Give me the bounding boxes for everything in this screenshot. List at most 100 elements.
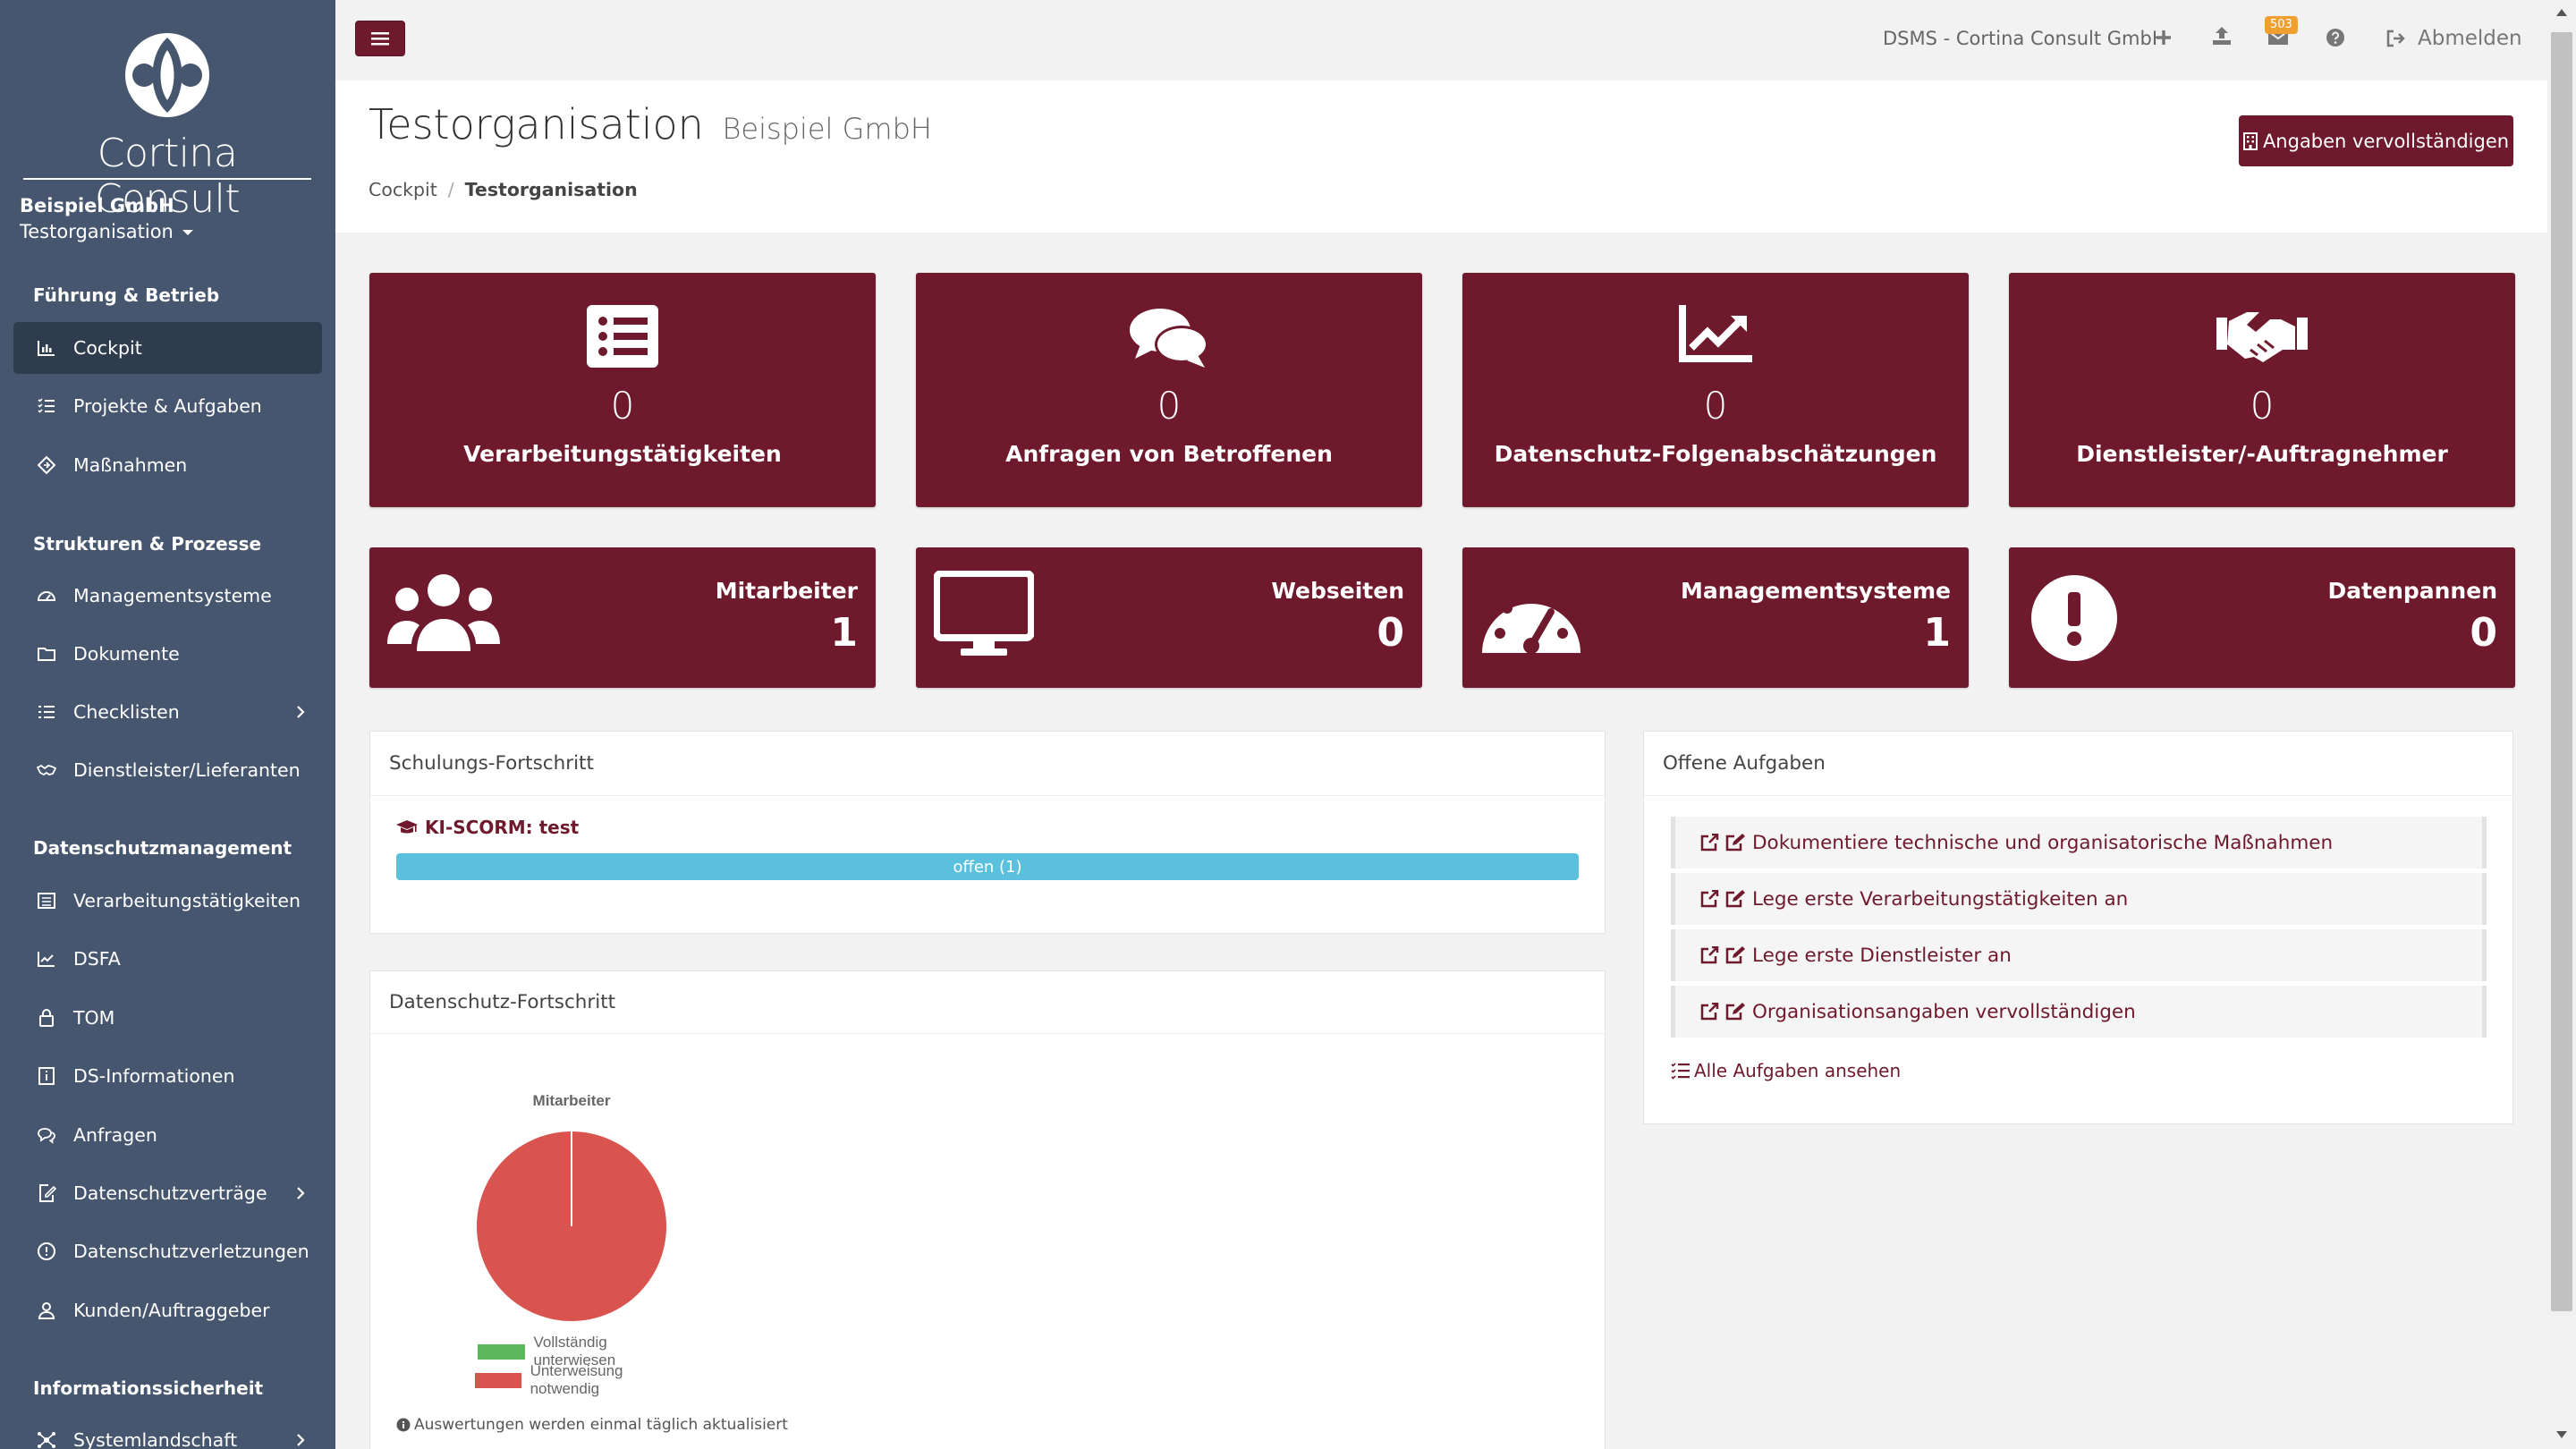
user-tie-icon <box>34 1298 59 1323</box>
tile-webseiten[interactable]: Webseiten 0 <box>916 547 1422 688</box>
sidebar-item-datenschutzvertraege[interactable]: Datenschutzverträge <box>13 1167 322 1219</box>
tile-verarbeitungstaetigkeiten[interactable]: 0 Verarbeitungstätigkeiten <box>369 273 876 507</box>
tile-dsfa[interactable]: 0 Datenschutz-Folgenabschätzungen <box>1462 273 1969 507</box>
tasks-panel-title: Offene Aufgaben <box>1644 732 2512 796</box>
help-icon[interactable] <box>2326 28 2345 47</box>
org-select[interactable]: Testorganisation <box>20 221 193 242</box>
tile-datenpannen[interactable]: Datenpannen 0 <box>2009 547 2515 688</box>
sidebar-item-cockpit[interactable]: Cockpit <box>13 322 322 374</box>
graduation-cap-icon <box>396 820 418 834</box>
sidebar-item-dokumente[interactable]: Dokumente <box>13 628 322 680</box>
sidebar-item-dienstleister[interactable]: Dienstleister/Lieferanten <box>13 744 322 796</box>
nav-section-datenschutz: Datenschutzmanagement <box>33 837 292 859</box>
sidebar-item-label: DS-Informationen <box>73 1065 235 1087</box>
sidebar-item-datenschutzverletzungen[interactable]: Datenschutzverletzungen <box>13 1225 322 1277</box>
tile-label: Anfragen von Betroffenen <box>1005 441 1333 467</box>
privacy-panel-title: Datenschutz-Fortschritt <box>370 971 1605 1034</box>
training-course-name: KI-SCORM: test <box>425 817 580 838</box>
logo[interactable]: Cortina Consult <box>20 30 315 222</box>
sign-out-icon <box>2386 30 2405 47</box>
sidebar-item-label: Datenschutzverträge <box>73 1182 267 1204</box>
building-icon <box>2242 131 2258 150</box>
sidebar-item-label: Dokumente <box>73 643 180 665</box>
training-course[interactable]: KI-SCORM: test <box>396 817 579 838</box>
sidebar-item-ds-informationen[interactable]: DS-Informationen <box>13 1050 322 1102</box>
tile-label: Dienstleister/-Auftragnehmer <box>2076 441 2448 467</box>
chart-note-text: Auswertungen werden einmal täglich aktua… <box>414 1416 788 1434</box>
edit-icon <box>1725 834 1745 852</box>
logo-underline <box>23 178 311 180</box>
topbar: DSMS - Cortina Consult GmbH 503 Abmelden <box>335 0 2547 80</box>
chevron-right-icon <box>297 706 305 718</box>
external-link-icon <box>1700 946 1719 964</box>
task-item[interactable]: Organisationsangaben vervollständigen <box>1671 986 2487 1038</box>
list-icon <box>34 699 59 724</box>
legend-swatch <box>475 1372 521 1388</box>
info-circle-icon <box>396 1418 411 1432</box>
sidebar-item-label: Datenschutzverletzungen <box>73 1241 309 1262</box>
training-panel-title: Schulungs-Fortschritt <box>370 732 1605 796</box>
all-tasks-link[interactable]: Alle Aufgaben ansehen <box>1671 1060 1901 1081</box>
logout-button[interactable]: Abmelden <box>2385 27 2522 50</box>
tile-anfragen[interactable]: 0 Anfragen von Betroffenen <box>916 273 1422 507</box>
chart-bar-icon <box>34 335 59 360</box>
list-alt-icon <box>587 305 658 368</box>
page-header: Testorganisation Beispiel GmbH Angaben v… <box>335 80 2547 233</box>
tachometer-icon <box>1482 592 1580 654</box>
scroll-up-arrow-icon[interactable] <box>2556 9 2567 16</box>
tile-value: 0 <box>1157 384 1182 428</box>
table-list-icon <box>34 888 59 913</box>
breadcrumb-current: Testorganisation <box>464 179 638 200</box>
sidebar-item-dsfa[interactable]: DSFA <box>13 933 322 985</box>
sidebar-item-systemlandschaft[interactable]: Systemlandschaft <box>13 1414 322 1449</box>
logo-mark-icon <box>125 33 209 117</box>
breadcrumb-cockpit[interactable]: Cockpit <box>369 179 437 200</box>
scroll-down-arrow-icon[interactable] <box>2556 1431 2567 1438</box>
tasks-icon <box>1671 1063 1690 1080</box>
external-link-icon <box>1700 1003 1719 1021</box>
tile-value: 0 <box>1703 384 1728 428</box>
lock-icon <box>34 1005 59 1030</box>
breadcrumb-separator: / <box>447 179 454 200</box>
plus-icon[interactable] <box>2155 29 2173 47</box>
chevron-right-icon <box>297 1434 305 1446</box>
sidebar-item-managementsysteme[interactable]: Managementsysteme <box>13 570 322 622</box>
edit-icon <box>1725 946 1745 964</box>
menu-toggle-button[interactable] <box>355 21 405 56</box>
info-box-icon <box>34 1063 59 1089</box>
sidebar-item-label: Checklisten <box>73 701 180 723</box>
sidebar-item-checklisten[interactable]: Checklisten <box>13 686 322 738</box>
complete-details-button[interactable]: Angaben vervollständigen <box>2239 115 2513 166</box>
scrollbar-thumb[interactable] <box>2551 32 2572 1311</box>
comments-icon <box>1130 309 1208 368</box>
external-link-icon <box>1700 834 1719 852</box>
training-progress-label: offen (1) <box>953 857 1022 877</box>
task-item[interactable]: Lege erste Dienstleister an <box>1671 929 2487 981</box>
sidebar-item-kunden[interactable]: Kunden/Auftraggeber <box>13 1284 322 1336</box>
upload-icon[interactable] <box>2211 25 2233 47</box>
tile-label: Webseiten <box>1271 578 1404 604</box>
training-panel: Schulungs-Fortschritt KI-SCORM: test off… <box>369 731 1606 934</box>
page-scrollbar[interactable] <box>2547 0 2576 1449</box>
file-signature-icon <box>34 1181 59 1206</box>
org-name: Beispiel GmbH <box>20 195 174 216</box>
task-item[interactable]: Dokumentiere technische und organisatori… <box>1671 817 2487 869</box>
top-org-label[interactable]: DSMS - Cortina Consult GmbH <box>1883 28 2166 49</box>
tile-value: 1 <box>830 610 858 656</box>
tile-value: 0 <box>2250 384 2275 428</box>
nav-section-strukturen: Strukturen & Prozesse <box>33 533 262 555</box>
sidebar-item-verarbeitung[interactable]: Verarbeitungstätigkeiten <box>13 875 322 927</box>
handshake-icon <box>34 758 59 783</box>
tile-dienstleister[interactable]: 0 Dienstleister/-Auftragnehmer <box>2009 273 2515 507</box>
sidebar-item-label: Systemlandschaft <box>73 1429 238 1449</box>
task-item[interactable]: Lege erste Verarbeitungstätigkeiten an <box>1671 873 2487 925</box>
tile-mitarbeiter[interactable]: Mitarbeiter 1 <box>369 547 876 688</box>
sidebar-item-anfragen[interactable]: Anfragen <box>13 1109 322 1161</box>
tile-managementsysteme[interactable]: Managementsysteme 1 <box>1462 547 1969 688</box>
sidebar-item-massnahmen[interactable]: Maßnahmen <box>13 439 322 491</box>
sidebar-item-projekte[interactable]: Projekte & Aufgaben <box>13 380 322 432</box>
sidebar-item-tom[interactable]: TOM <box>13 992 322 1044</box>
tile-label: Managementsysteme <box>1681 578 1951 604</box>
tile-value: 1 <box>1923 610 1951 656</box>
edit-icon <box>1725 1003 1745 1021</box>
